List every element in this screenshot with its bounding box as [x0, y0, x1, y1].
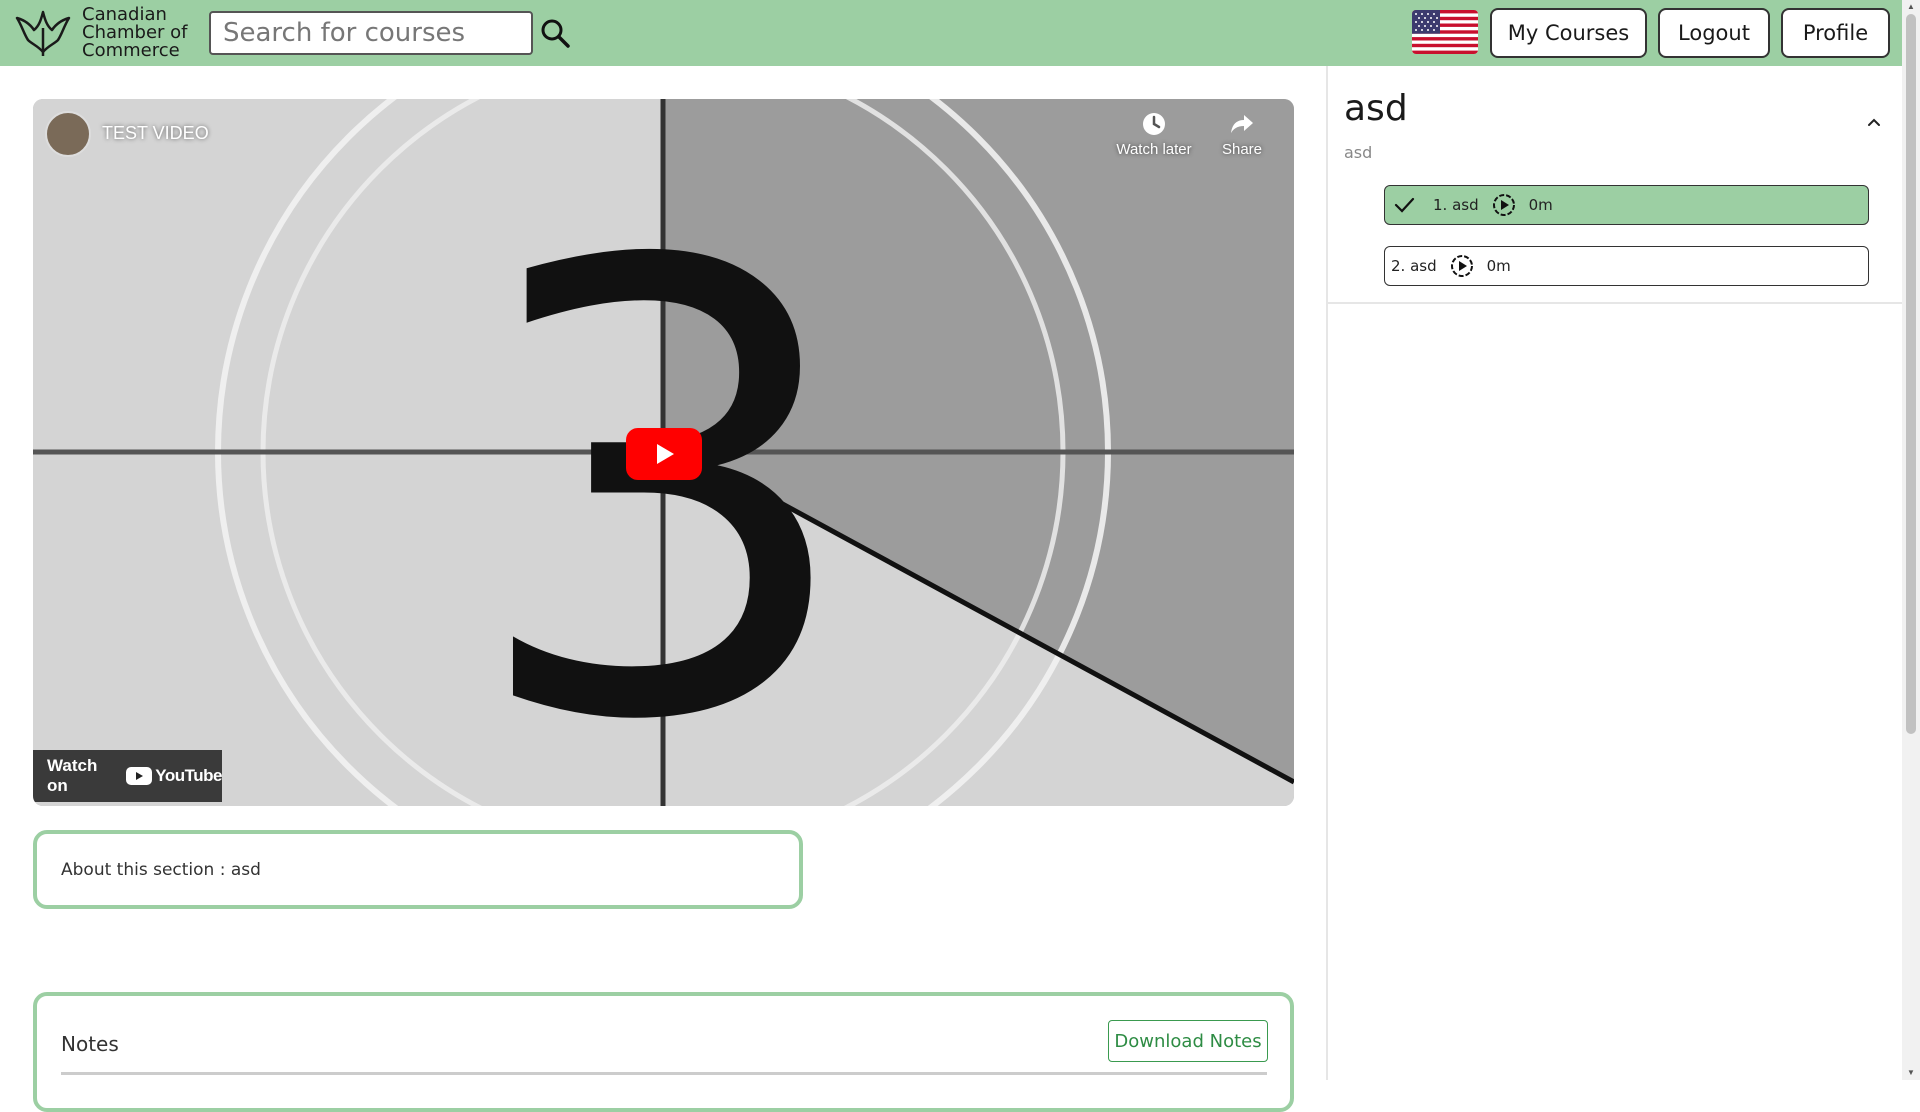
lesson-item-2[interactable]: 2. asd 0m	[1384, 246, 1869, 286]
collapse-section-button[interactable]	[1862, 110, 1886, 134]
channel-avatar[interactable]	[45, 111, 91, 157]
scroll-up-arrow-icon[interactable]: ▲	[1906, 2, 1916, 12]
search-button[interactable]	[537, 15, 573, 51]
course-sections-panel: asd asd 1. asd 0m 2. asd 0m	[1328, 66, 1902, 304]
check-icon	[1394, 197, 1415, 213]
lesson-duration: 0m	[1528, 196, 1553, 214]
about-section-text: About this section : asd	[61, 859, 261, 880]
notes-card: Notes Download Notes	[33, 992, 1294, 1112]
search-icon	[541, 19, 570, 48]
video-duration-icon	[1450, 255, 1473, 277]
section-title: asd	[1344, 88, 1408, 129]
play-button[interactable]	[626, 428, 702, 480]
scrollbar-thumb[interactable]	[1906, 14, 1916, 734]
youtube-wordmark: YouTube	[155, 766, 222, 785]
us-flag-icon	[1412, 10, 1478, 54]
youtube-logo: YouTube	[126, 766, 222, 786]
download-notes-button[interactable]: Download Notes	[1108, 1020, 1268, 1062]
watch-on-youtube-link[interactable]: Watch on YouTube	[33, 750, 222, 802]
video-title[interactable]: TEST VIDEO	[102, 123, 209, 144]
top-navbar: Canadian Chamber of Commerce Search for …	[0, 0, 1902, 66]
language-selector[interactable]	[1412, 10, 1478, 54]
maple-leaf-logo-icon	[15, 10, 71, 56]
notes-title: Notes	[61, 1032, 119, 1056]
brand-line-3: Commerce	[82, 40, 180, 61]
lesson-label: 1. asd	[1433, 196, 1479, 214]
lesson-duration: 0m	[1486, 257, 1511, 275]
video-duration-icon	[1492, 194, 1515, 216]
play-icon	[657, 444, 674, 464]
video-player[interactable]: 3 TEST VIDEO Watch later Share Watch on …	[33, 99, 1294, 806]
brand-name: Canadian Chamber of Commerce	[82, 6, 188, 60]
section-subtitle: asd	[1344, 143, 1373, 162]
lesson-label: 2. asd	[1391, 257, 1437, 275]
youtube-play-icon	[126, 767, 153, 785]
notes-divider	[61, 1072, 1267, 1075]
share-icon	[1231, 115, 1253, 133]
profile-button[interactable]: Profile	[1781, 8, 1890, 58]
share-button[interactable]: Share	[1197, 111, 1287, 158]
lesson-item-1[interactable]: 1. asd 0m	[1384, 185, 1869, 225]
logout-button[interactable]: Logout	[1658, 8, 1770, 58]
watch-later-button[interactable]: Watch later	[1109, 111, 1199, 158]
chevron-up-icon	[1868, 118, 1880, 126]
search-input[interactable]	[209, 11, 533, 55]
my-courses-button[interactable]: My Courses	[1490, 8, 1647, 58]
watch-on-label: Watch on	[47, 756, 98, 795]
scroll-down-arrow-icon[interactable]: ▼	[1906, 1068, 1916, 1078]
page-scrollbar[interactable]: ▲ ▼	[1902, 0, 1920, 1080]
share-label: Share	[1221, 141, 1263, 158]
clock-icon	[1143, 113, 1165, 135]
about-section-card: About this section : asd	[33, 830, 803, 909]
search-bar	[209, 11, 573, 55]
brand-logo[interactable]: Canadian Chamber of Commerce	[14, 6, 188, 60]
watch-later-label: Watch later	[1116, 141, 1192, 158]
